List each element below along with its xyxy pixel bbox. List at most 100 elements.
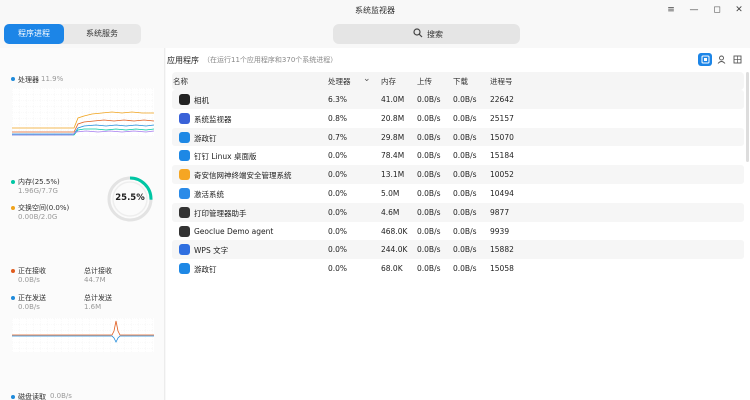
memory-legend-dot bbox=[11, 180, 15, 184]
cell-pid: 10494 bbox=[490, 188, 514, 198]
tab-processes[interactable]: 程序进程 bbox=[4, 24, 64, 44]
cell-download: 0.0B/s bbox=[453, 113, 477, 123]
cell-cpu: 0.0% bbox=[328, 151, 348, 161]
total-send-label: 总计发送 bbox=[84, 294, 112, 302]
cell-memory: 5.0M bbox=[381, 188, 400, 198]
cell-upload: 0.0B/s bbox=[417, 226, 441, 236]
panel-title: 应用程序 bbox=[167, 56, 199, 65]
cell-upload: 0.0B/s bbox=[417, 188, 441, 198]
dingtalk-linux-icon bbox=[179, 150, 190, 162]
swap-label: 交换空间(0.0%) bbox=[18, 204, 70, 212]
memory-detail: 1.96G/7.7G bbox=[18, 187, 58, 195]
col-upload[interactable]: 上传 bbox=[417, 76, 432, 87]
table-body: 相机 6.3% 41.0M 0.0B/s 0.0B/s 22642 系统监视器 0.8% 20.… bbox=[172, 90, 744, 278]
minimize-icon[interactable]: — bbox=[686, 3, 702, 17]
cell-cpu: 0.0% bbox=[328, 264, 348, 274]
network-chart bbox=[12, 318, 154, 352]
activation-icon bbox=[179, 187, 190, 199]
cell-pid: 15058 bbox=[490, 264, 514, 274]
recv-value: 0.0B/s bbox=[18, 276, 40, 284]
memory-ring: 25.5% bbox=[105, 174, 155, 224]
swap-legend-dot bbox=[11, 206, 15, 210]
cell-upload: 0.0B/s bbox=[417, 113, 441, 123]
table-row[interactable]: Geoclue Demo agent 0.0% 468.0K 0.0B/s 0.0B/s… bbox=[172, 222, 744, 241]
process-table: 名称 处理器 ⌄ 内存 上传 下载 进程号 相机 6.3% 41.0M 0.0B/s 0… bbox=[172, 72, 744, 278]
cell-upload: 0.0B/s bbox=[417, 95, 441, 104]
cell-cpu: 0.0% bbox=[328, 170, 348, 180]
dingtalk-icon bbox=[179, 131, 190, 143]
cell-download: 0.0B/s bbox=[453, 207, 477, 217]
cell-memory: 78.4M bbox=[381, 151, 405, 161]
cpu-legend-dot bbox=[11, 77, 15, 81]
cell-download: 0.0B/s bbox=[453, 170, 477, 180]
table-row[interactable]: 系统监视器 0.8% 20.8M 0.0B/s 0.0B/s 25157 bbox=[172, 109, 744, 128]
qianxin-icon bbox=[179, 169, 190, 181]
cell-cpu: 0.0% bbox=[328, 226, 348, 236]
table-row[interactable]: 相机 6.3% 41.0M 0.0B/s 0.0B/s 22642 bbox=[172, 90, 744, 109]
cell-upload: 0.0B/s bbox=[417, 207, 441, 217]
scrollbar[interactable] bbox=[746, 72, 749, 162]
table-row[interactable]: 打印管理器助手 0.0% 4.6M 0.0B/s 0.0B/s 9877 bbox=[172, 202, 744, 222]
title-bar: 系统监视器 ≡ — ◻ ✕ bbox=[0, 0, 750, 20]
table-row[interactable]: 游政钉 0.0% 68.0K 0.0B/s 0.0B/s 15058 bbox=[172, 259, 744, 278]
cell-name: 相机 bbox=[194, 96, 209, 105]
cell-download: 0.0B/s bbox=[453, 95, 477, 104]
cell-name: 打印管理器助手 bbox=[194, 208, 247, 218]
cell-download: 0.0B/s bbox=[453, 188, 477, 198]
col-cpu[interactable]: 处理器 bbox=[328, 76, 351, 87]
table-header: 名称 处理器 ⌄ 内存 上传 下载 进程号 bbox=[172, 72, 744, 90]
cell-cpu: 6.3% bbox=[328, 95, 348, 104]
col-pid[interactable]: 进程号 bbox=[490, 76, 513, 87]
printer-icon bbox=[179, 206, 190, 218]
cell-pid: 22642 bbox=[490, 95, 514, 104]
sort-chevron-down-icon[interactable]: ⌄ bbox=[363, 74, 371, 84]
cell-memory: 4.6M bbox=[381, 207, 400, 217]
cell-name: 钉钉 Linux 桌面版 bbox=[194, 152, 257, 162]
panel-subtitle: （在运行11个应用程序和370个系统进程） bbox=[203, 56, 338, 64]
cell-pid: 10052 bbox=[490, 170, 514, 180]
col-memory[interactable]: 内存 bbox=[381, 76, 396, 87]
recv-label: 正在接收 bbox=[18, 267, 46, 275]
tab-services[interactable]: 系统服务 bbox=[70, 24, 134, 44]
dingtalk-icon bbox=[179, 263, 190, 275]
cell-cpu: 0.0% bbox=[328, 245, 348, 255]
hamburger-menu-icon[interactable]: ≡ bbox=[663, 3, 679, 17]
maximize-icon[interactable]: ◻ bbox=[709, 3, 725, 17]
app-view-icon[interactable] bbox=[698, 53, 712, 66]
cell-upload: 0.0B/s bbox=[417, 151, 441, 161]
col-download[interactable]: 下载 bbox=[453, 76, 468, 87]
table-row[interactable]: 激活系统 0.0% 5.0M 0.0B/s 0.0B/s 10494 bbox=[172, 184, 744, 203]
cell-download: 0.0B/s bbox=[453, 226, 477, 236]
user-view-icon[interactable] bbox=[714, 53, 728, 66]
window-title: 系统监视器 bbox=[355, 6, 395, 15]
cell-memory: 468.0K bbox=[381, 226, 408, 236]
process-panel: 应用程序 （在运行11个应用程序和370个系统进程） 名称 处理器 ⌄ 内存 上… bbox=[166, 48, 750, 400]
cpu-label: 处理器 bbox=[18, 76, 39, 84]
all-view-icon[interactable] bbox=[730, 53, 744, 66]
close-icon[interactable]: ✕ bbox=[731, 3, 747, 17]
table-row[interactable]: 游政钉 0.7% 29.8M 0.0B/s 0.0B/s 15070 bbox=[172, 127, 744, 147]
table-row[interactable]: 奇安信网神终端安全管理系统 0.0% 13.1M 0.0B/s 0.0B/s 10052 bbox=[172, 165, 744, 184]
send-label: 正在发送 bbox=[18, 294, 46, 302]
search-placeholder: 搜索 bbox=[427, 30, 443, 39]
total-recv-value: 44.7M bbox=[84, 276, 106, 284]
cell-pid: 25157 bbox=[490, 113, 514, 123]
cell-name: 游政钉 bbox=[194, 265, 217, 275]
search-input[interactable]: 搜索 bbox=[333, 24, 520, 44]
total-send-value: 1.6M bbox=[84, 303, 102, 311]
camera-icon bbox=[179, 94, 190, 105]
cell-pid: 9877 bbox=[490, 207, 510, 217]
disk-read-label: 磁盘读取 bbox=[18, 393, 46, 400]
disk-read-value: 0.0B/s bbox=[50, 392, 72, 400]
cell-upload: 0.0B/s bbox=[417, 170, 441, 180]
cell-pid: 15070 bbox=[490, 132, 514, 142]
memory-ring-text: 25.5% bbox=[115, 193, 145, 203]
col-name[interactable]: 名称 bbox=[173, 76, 188, 87]
table-row[interactable]: WPS 文字 0.0% 244.0K 0.0B/s 0.0B/s 15882 bbox=[172, 240, 744, 260]
table-row[interactable]: 钉钉 Linux 桌面版 0.0% 78.4M 0.0B/s 0.0B/s 15184 bbox=[172, 146, 744, 165]
cell-cpu: 0.7% bbox=[328, 132, 348, 142]
cell-memory: 244.0K bbox=[381, 245, 408, 255]
disk-legend-dot bbox=[11, 395, 15, 399]
cell-download: 0.0B/s bbox=[453, 264, 477, 274]
cell-name: 激活系统 bbox=[194, 189, 224, 199]
